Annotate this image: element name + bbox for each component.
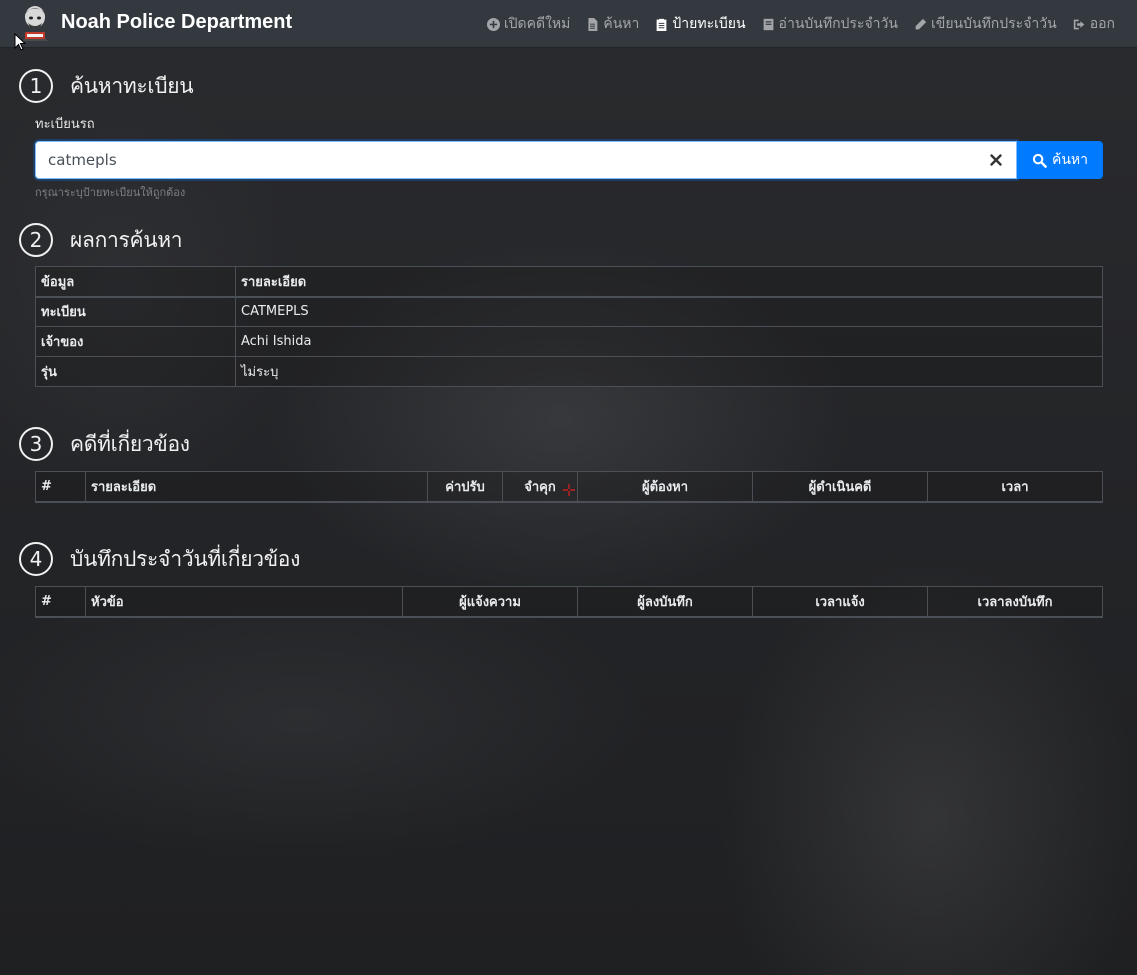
crosshair-icon — [563, 484, 575, 496]
nav-new-case-label: เปิดคดีใหม่ — [503, 16, 571, 32]
column-header[interactable]: ผู้ลงบันทึก — [577, 586, 753, 618]
column-header[interactable]: เวลา — [927, 471, 1103, 503]
column-header[interactable]: หัวข้อ — [85, 586, 403, 618]
top-navbar: Noah Police Department เปิดคดีใหม่ ค้นหา… — [0, 0, 1137, 48]
section-result-header: 2 ผลการค้นหา — [19, 223, 183, 257]
nav-write-report-label: เขียนบันทึกประจำวัน — [930, 16, 1057, 32]
clear-input-icon[interactable] — [988, 152, 1004, 168]
plate-help-text: กรุณาระบุป้ายทะเบียนให้ถูกต้อง — [35, 186, 186, 199]
nav-logout[interactable]: ออก — [1073, 13, 1115, 35]
pencil-icon — [915, 18, 927, 29]
reports-table: # หัวข้อ ผู้แจ้งความ ผู้ลงบันทึก เวลาแจ้… — [35, 586, 1103, 618]
plate-search-input[interactable] — [36, 142, 1016, 178]
brand-title[interactable]: Noah Police Department — [61, 11, 292, 34]
column-header[interactable]: ผู้ดำเนินคดี — [752, 471, 928, 503]
step-number: 1 — [19, 69, 53, 103]
nav-new-case[interactable]: เปิดคดีใหม่ — [486, 13, 571, 35]
plus-circle-icon — [486, 17, 500, 31]
nav-read-report-label: อ่านบันทึกประจำวัน — [778, 16, 898, 32]
nav-links: เปิดคดีใหม่ ค้นหา ป้ายทะเบียน อ่านบันทึก… — [486, 0, 1115, 48]
nav-plate-label: ป้ายทะเบียน — [672, 16, 746, 32]
section-reports-header: 4 บันทึกประจำวันที่เกี่ยวข้อง — [19, 542, 300, 576]
row-key: รุ่น — [35, 356, 236, 387]
table-header-row: ข้อมูล รายละเอียด — [35, 266, 1103, 298]
plate-search-group: ค้นหา — [35, 141, 1103, 179]
table-row: รุ่น ไม่ระบุ — [35, 356, 1103, 387]
clipboard-icon — [657, 18, 667, 31]
nav-plate[interactable]: ป้ายทะเบียน — [655, 13, 746, 35]
nav-logout-label: ออก — [1089, 16, 1115, 32]
search-button[interactable]: ค้นหา — [1017, 141, 1103, 179]
column-header[interactable]: ผู้แจ้งความ — [402, 586, 578, 618]
book-icon — [763, 18, 773, 30]
nav-read-report[interactable]: อ่านบันทึกประจำวัน — [762, 13, 898, 35]
section-cases-header: 3 คดีที่เกี่ยวข้อง — [19, 427, 190, 461]
plate-field-label: ทะเบียนรถ — [35, 117, 95, 132]
column-header[interactable]: # — [35, 471, 86, 503]
column-header[interactable]: เวลาลงบันทึก — [927, 586, 1103, 618]
search-button-label: ค้นหา — [1051, 152, 1089, 168]
row-key: เจ้าของ — [35, 326, 236, 357]
section-title: บันทึกประจำวันที่เกี่ยวข้อง — [70, 546, 301, 571]
nav-search-label: ค้นหา — [603, 16, 640, 32]
result-table: ข้อมูล รายละเอียด ทะเบียน CATMEPLS เจ้าข… — [35, 266, 1103, 387]
column-header[interactable]: # — [35, 586, 86, 618]
step-number: 2 — [19, 223, 53, 257]
sign-out-icon — [1073, 19, 1085, 29]
section-title: ผลการค้นหา — [70, 227, 183, 252]
section-title: คดีที่เกี่ยวข้อง — [70, 431, 190, 456]
column-header[interactable]: เวลาแจ้ง — [752, 586, 928, 618]
file-icon — [588, 17, 598, 31]
column-header: รายละเอียด — [235, 266, 1103, 298]
nav-write-report[interactable]: เขียนบันทึกประจำวัน — [914, 13, 1057, 35]
table-row: ทะเบียน CATMEPLS — [35, 296, 1103, 327]
step-number: 4 — [19, 542, 53, 576]
column-header[interactable]: ผู้ต้องหา — [577, 471, 753, 503]
row-value: Achi Ishida — [235, 326, 1103, 357]
column-header[interactable]: รายละเอียด — [85, 471, 428, 503]
table-row: เจ้าของ Achi Ishida — [35, 326, 1103, 357]
nav-search[interactable]: ค้นหา — [586, 13, 639, 35]
table-header-row: # หัวข้อ ผู้แจ้งความ ผู้ลงบันทึก เวลาแจ้… — [35, 586, 1103, 618]
section-search-header: 1 ค้นหาทะเบียน — [19, 69, 194, 103]
search-icon — [1032, 153, 1047, 168]
section-title: ค้นหาทะเบียน — [70, 73, 194, 98]
column-header[interactable]: ค่าปรับ — [427, 471, 503, 503]
row-value: ไม่ระบุ — [235, 356, 1103, 387]
row-value: CATMEPLS — [235, 296, 1103, 327]
plate-input-wrapper — [35, 141, 1017, 179]
row-key: ทะเบียน — [35, 296, 236, 327]
mouse-cursor-icon — [14, 33, 26, 51]
step-number: 3 — [19, 427, 53, 461]
column-header: ข้อมูล — [35, 266, 236, 298]
